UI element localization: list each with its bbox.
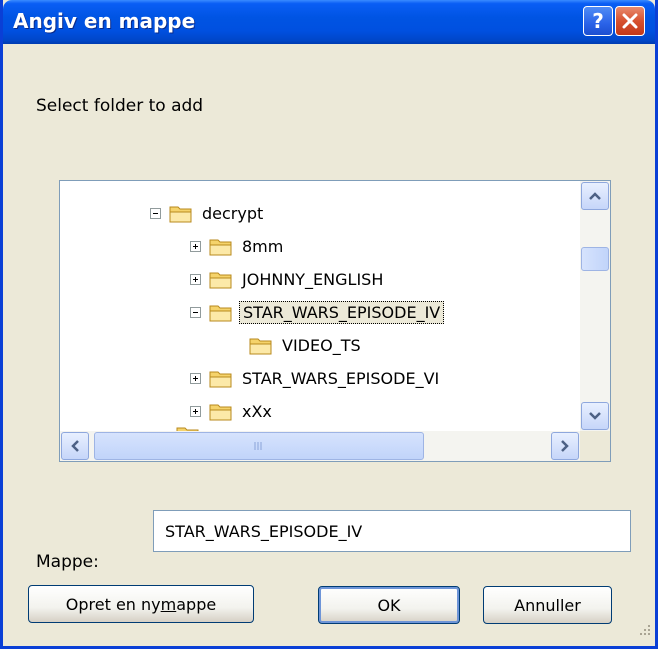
close-icon <box>622 13 638 29</box>
tree-node-label: decrypt <box>202 203 264 223</box>
tree-node-johnny-english[interactable]: JOHNNY_ENGLISH <box>190 265 386 293</box>
tree-node-star-wars-iv[interactable]: STAR_WARS_EPISODE_IV <box>190 298 445 326</box>
close-button[interactable] <box>615 6 645 36</box>
collapse-icon[interactable] <box>190 306 201 318</box>
tree-node-label: 8mm <box>242 236 284 256</box>
tree-node-label: JOHNNY_ENGLISH <box>242 269 384 289</box>
expand-icon[interactable] <box>190 240 201 252</box>
folder-icon <box>209 371 232 387</box>
grip-lines-icon <box>254 442 262 450</box>
vertical-scrollbar[interactable] <box>580 181 610 431</box>
folder-open-icon <box>169 206 192 222</box>
tree-viewport: decrypt 8mm JOHNNY_ENGLISH STAR_WARS_EPI… <box>60 181 580 431</box>
tree-node-label: VIDEO_TS <box>282 335 361 355</box>
dialog-window: Angiv en mappe ? Select folder to add de… <box>0 0 658 649</box>
folder-name-input[interactable] <box>153 510 631 552</box>
collapse-icon[interactable] <box>150 207 161 219</box>
window-title: Angiv en mappe <box>13 9 196 33</box>
cancel-button[interactable]: Annuller <box>483 586 612 624</box>
arrow-up-icon <box>589 192 601 200</box>
folder-field-label: Mappe: <box>36 552 99 572</box>
tree-node-decrypt[interactable]: decrypt <box>150 199 266 227</box>
arrow-down-icon <box>589 412 601 420</box>
accelerator-key: m <box>160 594 177 614</box>
help-button[interactable]: ? <box>583 6 613 36</box>
title-bar[interactable]: Angiv en mappe ? <box>3 0 655 44</box>
horizontal-scrollbar[interactable] <box>60 431 580 461</box>
tree-node-xxx[interactable]: xXx <box>190 397 275 425</box>
folder-icon <box>209 404 232 420</box>
scroll-left-button[interactable] <box>61 432 89 460</box>
folder-open-icon <box>209 305 232 321</box>
help-icon: ? <box>592 9 604 33</box>
arrow-left-icon <box>71 440 79 452</box>
tree-node-label-selected: STAR_WARS_EPISODE_IV <box>239 300 445 324</box>
scroll-down-button[interactable] <box>581 402 609 430</box>
folder-icon <box>209 239 232 255</box>
tree-node-label: STAR_WARS_EPISODE_VI <box>242 368 440 388</box>
vertical-scroll-thumb[interactable] <box>581 247 609 271</box>
tree-node-star-wars-vi[interactable]: STAR_WARS_EPISODE_VI <box>190 364 442 392</box>
scroll-up-button[interactable] <box>581 182 609 210</box>
folder-icon <box>249 338 272 354</box>
expand-icon[interactable] <box>190 405 201 417</box>
arrow-right-icon <box>561 440 569 452</box>
folder-icon <box>209 272 232 288</box>
resize-grip-icon[interactable] <box>633 620 653 640</box>
expand-icon[interactable] <box>190 372 201 384</box>
scrollbar-corner <box>580 431 610 461</box>
ok-button[interactable]: OK <box>318 586 460 624</box>
instruction-text: Select folder to add <box>36 96 204 116</box>
tree-node-video-ts[interactable]: VIDEO_TS <box>249 331 364 359</box>
new-folder-button[interactable]: Opret en ny m appe <box>28 585 254 623</box>
folder-tree[interactable]: decrypt 8mm JOHNNY_ENGLISH STAR_WARS_EPI… <box>59 180 611 462</box>
scroll-right-button[interactable] <box>551 432 579 460</box>
expand-icon[interactable] <box>190 273 201 285</box>
tree-node-8mm[interactable]: 8mm <box>190 232 286 260</box>
horizontal-scroll-thumb[interactable] <box>94 432 424 460</box>
tree-node-label: xXx <box>242 401 272 421</box>
